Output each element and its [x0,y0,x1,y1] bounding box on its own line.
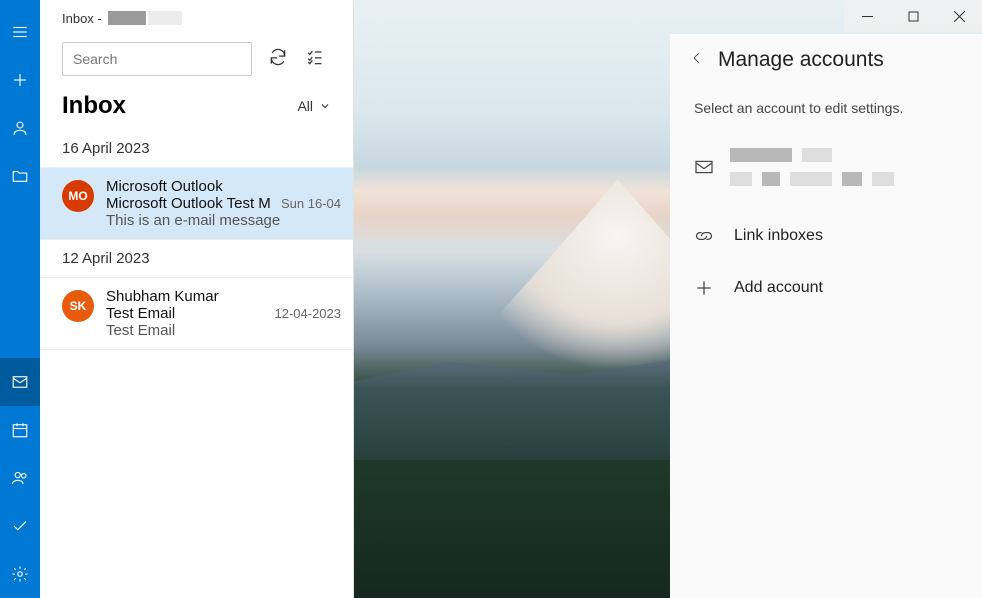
message-from: Microsoft Outlook [106,178,341,195]
message-date: Sun 16-04 [281,196,341,211]
panel-subtitle: Select an account to edit settings. [694,100,962,116]
chevron-down-icon [319,100,331,112]
minimize-button[interactable] [844,0,890,32]
calendar-button[interactable] [0,406,40,454]
folders-button[interactable] [0,152,40,200]
search-input-wrapper[interactable] [62,42,252,76]
plus-icon [694,278,714,298]
message-item[interactable]: MO Microsoft Outlook Microsoft Outlook T… [40,168,353,240]
filter-label: All [297,98,313,114]
folder-name: Inbox [62,92,126,120]
message-preview: Test Email [106,322,341,339]
redacted-account [108,11,146,25]
avatar: SK [62,290,94,322]
link-inboxes-label: Link inboxes [734,227,823,245]
manage-accounts-panel: Manage accounts Select an account to edi… [670,34,982,598]
add-account-label: Add account [734,279,823,297]
redacted-account-2 [148,11,182,25]
filter-dropdown[interactable]: All [297,98,331,114]
mail-button[interactable] [0,358,40,406]
message-subject: Microsoft Outlook Test M [106,195,271,212]
maximize-button[interactable] [890,0,936,32]
link-inboxes-button[interactable]: Link inboxes [690,210,962,262]
date-group-header: 12 April 2023 [40,240,353,278]
panel-title: Manage accounts [718,48,884,72]
settings-button[interactable] [0,550,40,598]
account-entry[interactable] [690,140,962,210]
add-account-button[interactable]: Add account [690,262,962,314]
nav-rail [0,0,40,598]
accounts-button[interactable] [0,104,40,152]
title-prefix: Inbox - [62,11,102,26]
people-button[interactable] [0,454,40,502]
todo-button[interactable] [0,502,40,550]
message-subject: Test Email [106,305,175,322]
redacted-account-name [730,148,894,162]
avatar: MO [62,180,94,212]
link-icon [694,226,714,246]
hamburger-button[interactable] [0,8,40,56]
mail-icon [694,159,714,175]
search-input[interactable] [73,51,254,67]
date-group-header: 16 April 2023 [40,130,353,168]
close-button[interactable] [936,0,982,32]
message-item[interactable]: SK Shubham Kumar Test Email 12-04-2023 T… [40,278,353,350]
message-from: Shubham Kumar [106,288,341,305]
sync-button[interactable] [268,47,288,72]
back-button[interactable] [690,51,704,70]
select-mode-button[interactable] [304,47,324,72]
window-title: Inbox - [40,0,353,36]
message-date: 12-04-2023 [275,306,342,321]
window-controls [844,0,982,32]
message-preview: This is an e-mail message [106,212,341,229]
new-mail-button[interactable] [0,56,40,104]
redacted-account-email [730,172,894,186]
message-list-pane: Inbox - Inbox All 16 April 2023 [40,0,354,598]
